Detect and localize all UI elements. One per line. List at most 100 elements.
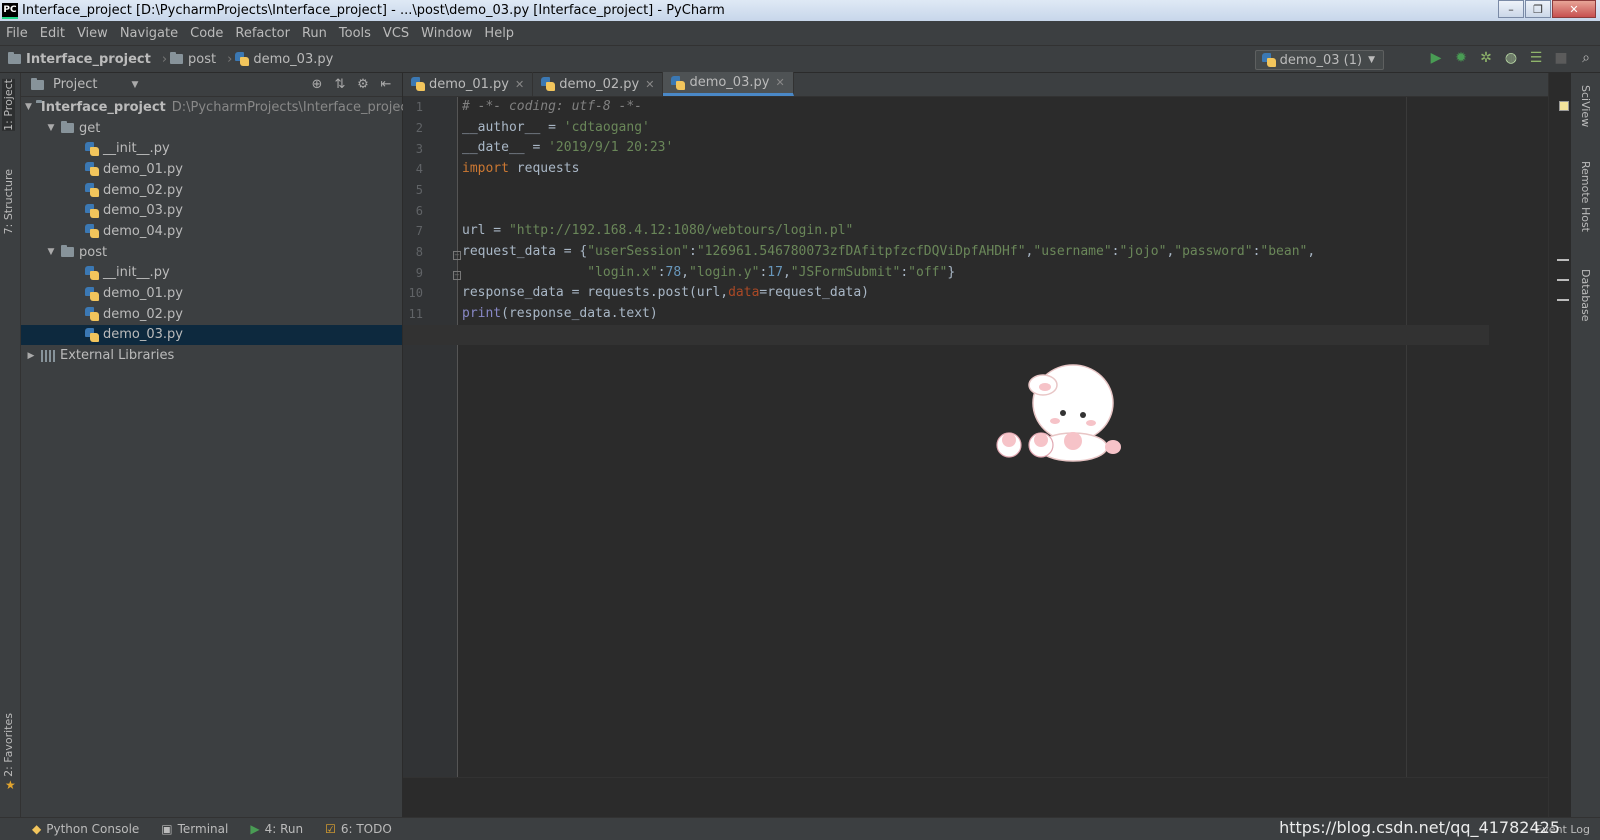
tree-item-file[interactable]: demo_02.py <box>21 180 402 201</box>
hide-panel-icon[interactable]: ⇤ <box>378 77 394 93</box>
tab-demo-03[interactable]: demo_03.py ✕ <box>663 72 794 96</box>
tree-item-external-libraries[interactable]: ▶ External Libraries <box>21 345 402 366</box>
collapse-all-icon[interactable]: ⇅ <box>332 77 348 93</box>
tree-item-folder-post[interactable]: ▼ post <box>21 242 402 263</box>
python-console-button[interactable]: ◆ Python Console <box>32 822 139 836</box>
close-tab-icon[interactable]: ✕ <box>645 78 654 91</box>
tree-item-label: demo_01.py <box>103 286 183 302</box>
project-panel-header: Project ▼ ⊕ ⇅ ⚙ ⇤ <box>21 73 402 97</box>
code-line: response_data = requests.post(url,data=r… <box>462 283 869 304</box>
tab-demo-01[interactable]: demo_01.py ✕ <box>403 72 534 96</box>
close-tab-icon[interactable]: ✕ <box>775 76 784 89</box>
tree-item-file[interactable]: demo_01.py <box>21 283 402 304</box>
fold-marker-icon[interactable]: − <box>453 271 461 280</box>
code-text: request_data = {"userSession":"126961.54… <box>462 243 1316 259</box>
project-view-select[interactable]: Project <box>53 77 97 92</box>
gear-icon[interactable]: ⚙ <box>355 77 371 93</box>
menu-tools[interactable]: Tools <box>339 26 371 41</box>
breadcrumb-file[interactable]: demo_03.py <box>235 52 333 67</box>
python-file-icon <box>235 52 250 66</box>
tab-project[interactable]: 1: Project <box>2 79 15 131</box>
tab-remote-host[interactable]: Remote Host <box>1579 161 1592 232</box>
expand-arrow-icon[interactable]: ▶ <box>25 351 37 361</box>
code-text: "login.x":78,"login.y":17,"JSFormSubmit"… <box>587 264 956 280</box>
menu-refactor[interactable]: Refactor <box>235 26 290 41</box>
menu-navigate[interactable]: Navigate <box>120 26 178 41</box>
error-stripe-mark[interactable] <box>1557 259 1569 261</box>
terminal-button[interactable]: ▣ Terminal <box>161 822 228 836</box>
todo-button[interactable]: ☑ 6: TODO <box>325 822 392 836</box>
close-button[interactable]: ✕ <box>1552 0 1596 18</box>
breadcrumb-separator: › <box>227 51 233 67</box>
tab-sciview[interactable]: SciView <box>1579 85 1592 127</box>
tab-favorites[interactable]: 2: Favorites <box>2 713 15 777</box>
error-stripe-mark[interactable] <box>1557 279 1569 281</box>
profile-icon[interactable]: ◍ <box>1503 50 1519 66</box>
run-tool-button[interactable]: ▶ 4: Run <box>250 822 303 836</box>
coverage-icon[interactable]: ✲ <box>1478 50 1494 66</box>
locate-icon[interactable]: ⊕ <box>309 77 325 93</box>
error-stripe-mark[interactable] <box>1557 299 1569 301</box>
breadcrumb-project-label: Interface_project <box>26 51 151 67</box>
menu-help[interactable]: Help <box>484 26 514 41</box>
window-titlebar: PC Interface_project [D:\PycharmProjects… <box>0 0 1600 21</box>
code-text: import requests <box>462 161 580 177</box>
tree-item-folder-get[interactable]: ▼ get <box>21 118 402 139</box>
tab-structure[interactable]: 7: Structure <box>2 169 15 234</box>
tree-item-project-root[interactable]: ▼ Interface_project D:\PycharmProjects\I… <box>21 97 413 118</box>
tree-item-label: post <box>79 244 108 260</box>
menu-file[interactable]: File <box>6 26 28 41</box>
code-text: response_data = requests.post(url,data=r… <box>462 285 869 301</box>
run-config-select[interactable]: demo_03 (1) ▼ <box>1254 50 1384 70</box>
menu-edit[interactable]: Edit <box>40 26 65 41</box>
tree-item-label: __init__.py <box>103 141 170 157</box>
menu-view[interactable]: View <box>77 26 108 41</box>
code-line: __author__ = 'cdtaogang' <box>462 118 650 139</box>
expand-arrow-icon[interactable]: ▼ <box>45 247 57 257</box>
menu-vcs[interactable]: VCS <box>383 26 409 41</box>
debug-icon[interactable]: ✹ <box>1453 50 1469 66</box>
menu-code[interactable]: Code <box>190 26 223 41</box>
menu-run[interactable]: Run <box>302 26 327 41</box>
inspection-status-icon[interactable] <box>1559 101 1569 111</box>
tree-item-label: demo_02.py <box>103 306 183 322</box>
run-icon[interactable]: ▶ <box>1428 50 1444 66</box>
tree-item-file[interactable]: demo_01.py <box>21 159 402 180</box>
concurrency-icon[interactable]: ☰ <box>1528 50 1544 66</box>
tree-item-file[interactable]: __init__.py <box>21 138 402 159</box>
maximize-button[interactable]: ❐ <box>1525 0 1551 18</box>
python-file-icon <box>85 183 99 198</box>
line-number: 7 <box>415 224 423 238</box>
tab-demo-02[interactable]: demo_02.py ✕ <box>533 72 664 96</box>
tree-item-file[interactable]: demo_02.py <box>21 304 402 325</box>
tree-item-label: demo_02.py <box>103 182 183 198</box>
breadcrumb-folder[interactable]: post <box>170 52 216 67</box>
python-file-icon <box>85 203 99 218</box>
tab-database[interactable]: Database <box>1579 269 1592 322</box>
python-file-icon <box>411 77 425 91</box>
search-icon[interactable]: ⌕ <box>1578 50 1594 66</box>
code-line: "login.x":78,"login.y":17,"JSFormSubmit"… <box>462 263 955 284</box>
fold-marker-icon[interactable]: − <box>453 251 461 260</box>
close-tab-icon[interactable]: ✕ <box>515 78 524 91</box>
minimize-button[interactable]: – <box>1498 0 1524 18</box>
project-panel: Project ▼ ⊕ ⇅ ⚙ ⇤ ▼ Interface_project D:… <box>21 73 413 817</box>
breadcrumb-folder-label: post <box>188 51 217 67</box>
expand-arrow-icon[interactable]: ▼ <box>25 102 32 112</box>
chevron-down-icon[interactable]: ▼ <box>131 80 138 90</box>
tree-item-file[interactable]: __init__.py <box>21 263 402 284</box>
tree-item-file-selected[interactable]: demo_03.py <box>21 324 402 346</box>
breadcrumb-file-label: demo_03.py <box>253 51 334 67</box>
code-text: print(response_data.text) <box>462 306 658 321</box>
expand-arrow-icon[interactable]: ▼ <box>45 123 57 133</box>
breadcrumb-separator: › <box>161 51 168 67</box>
terminal-label: Terminal <box>177 822 229 836</box>
tree-item-file[interactable]: demo_04.py <box>21 221 402 242</box>
library-icon <box>41 349 55 362</box>
menu-window[interactable]: Window <box>421 26 472 41</box>
code-line: __date__ = '2019/9/1 20:23' <box>462 138 673 159</box>
breadcrumb-project[interactable]: Interface_project <box>8 52 151 67</box>
tree-item-file[interactable]: demo_03.py <box>21 200 402 221</box>
todo-icon: ☑ <box>325 822 336 836</box>
stop-icon[interactable]: ■ <box>1553 50 1569 66</box>
